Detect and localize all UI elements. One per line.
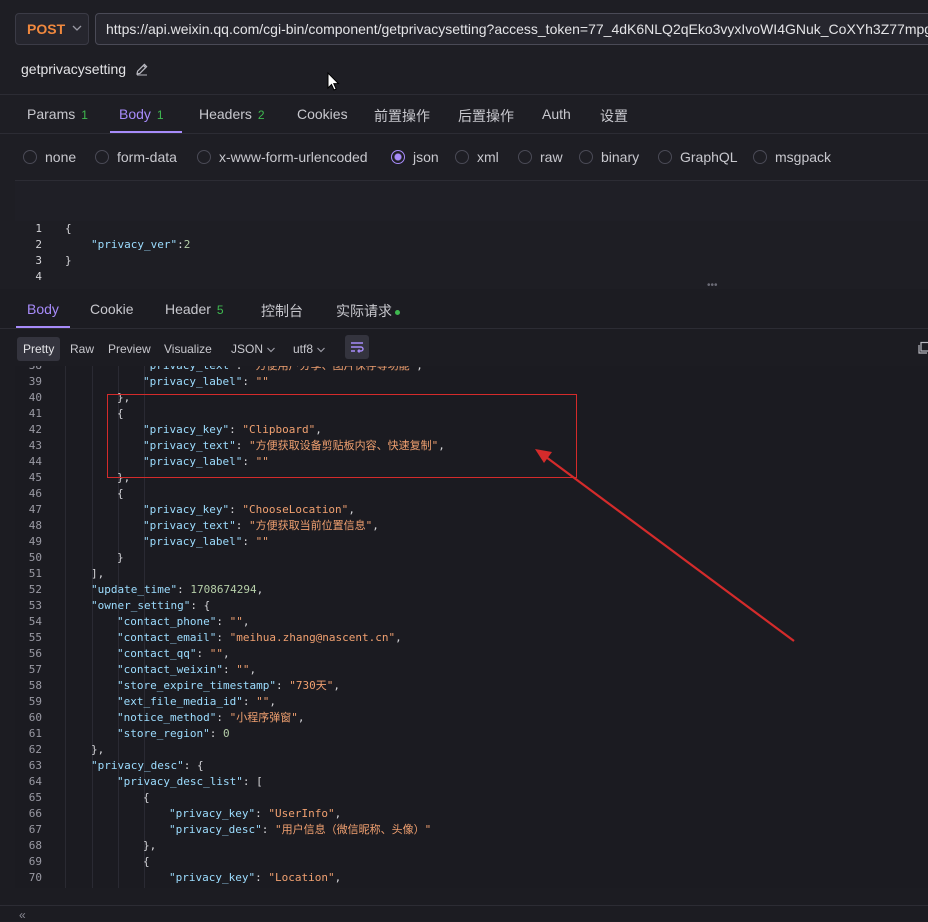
tab-settings[interactable]: 设置 [600,106,628,126]
divider [0,328,928,329]
view-preview-button[interactable]: Preview [102,337,157,361]
radio-circle-icon [23,150,37,164]
radio-binary[interactable]: binary [579,148,639,166]
annotation-highlight-box [107,394,577,478]
wrap-lines-icon [351,342,364,353]
radio-msgpack[interactable]: msgpack [753,148,831,166]
tab-headers[interactable]: Headers 2 [199,106,265,122]
code-line: 4 [35,270,42,283]
tab-post-operations[interactable]: 后置操作 [458,106,514,126]
copy-icon[interactable] [917,341,928,355]
radio-circle-icon [197,150,211,164]
radio-json[interactable]: json [391,148,439,166]
url-input[interactable]: https://api.weixin.qq.com/cgi-bin/compon… [95,13,928,45]
method-select[interactable]: POST [15,13,89,45]
response-tab-body[interactable]: Body [27,301,59,317]
radio-form-data[interactable]: form-data [95,148,177,166]
tab-pre-operations[interactable]: 前置操作 [374,106,430,126]
code-line: 3} [35,254,72,267]
divider [0,94,928,95]
request-body-editor[interactable]: 1{ 2 "privacy_ver":2 3} 4 [15,221,928,283]
code-line: 2 "privacy_ver":2 [35,238,191,251]
tab-body[interactable]: Body 1 [119,106,164,122]
encoding-select[interactable]: utf8 [293,337,326,361]
radio-circle-icon [658,150,672,164]
status-bar [0,905,928,921]
tab-cookies[interactable]: Cookies [297,106,348,122]
response-tab-actual-request[interactable]: 实际请求 [336,301,400,321]
format-select[interactable]: JSON [231,337,276,361]
radio-circle-icon [579,150,593,164]
radio-circle-icon [518,150,532,164]
tab-params[interactable]: Params 1 [27,106,88,122]
chevron-down-icon [72,25,82,31]
response-tab-header[interactable]: Header 5 [165,301,224,317]
tab-auth[interactable]: Auth [542,106,571,122]
word-wrap-button[interactable] [345,335,369,359]
tab-count: 2 [257,108,265,122]
response-tab-console[interactable]: 控制台 [261,301,303,321]
request-name: getprivacysetting [21,61,127,77]
editor-toolbar [15,180,928,222]
tab-count: 1 [81,108,88,122]
indent-guide [92,366,93,888]
chevron-down-icon [317,347,325,353]
view-raw-button[interactable]: Raw [64,337,100,361]
radio-circle-icon [455,150,469,164]
method-label: POST [27,21,66,37]
divider [0,133,928,134]
radio-circle-icon [95,150,109,164]
radio-none[interactable]: none [23,148,76,166]
collapse-sidebar-icon[interactable]: « [19,909,26,921]
pencil-icon[interactable] [135,62,149,76]
radio-x-www-form-urlencoded[interactable]: x-www-form-urlencoded [197,148,368,166]
gutter-divider [65,366,66,888]
radio-raw[interactable]: raw [518,148,563,166]
radio-xml[interactable]: xml [455,148,499,166]
view-visualize-button[interactable]: Visualize [158,337,218,361]
radio-checked-icon [391,150,405,164]
code-line: 1{ [35,222,72,235]
radio-circle-icon [753,150,767,164]
tab-count: 5 [216,303,224,317]
response-tab-cookie[interactable]: Cookie [90,301,134,317]
status-dot-icon [395,309,400,315]
mouse-cursor-icon [327,72,340,91]
chevron-down-icon [267,347,275,353]
tab-count: 1 [156,108,164,122]
view-pretty-button[interactable]: Pretty [17,337,61,361]
radio-graphql[interactable]: GraphQL [658,148,738,166]
